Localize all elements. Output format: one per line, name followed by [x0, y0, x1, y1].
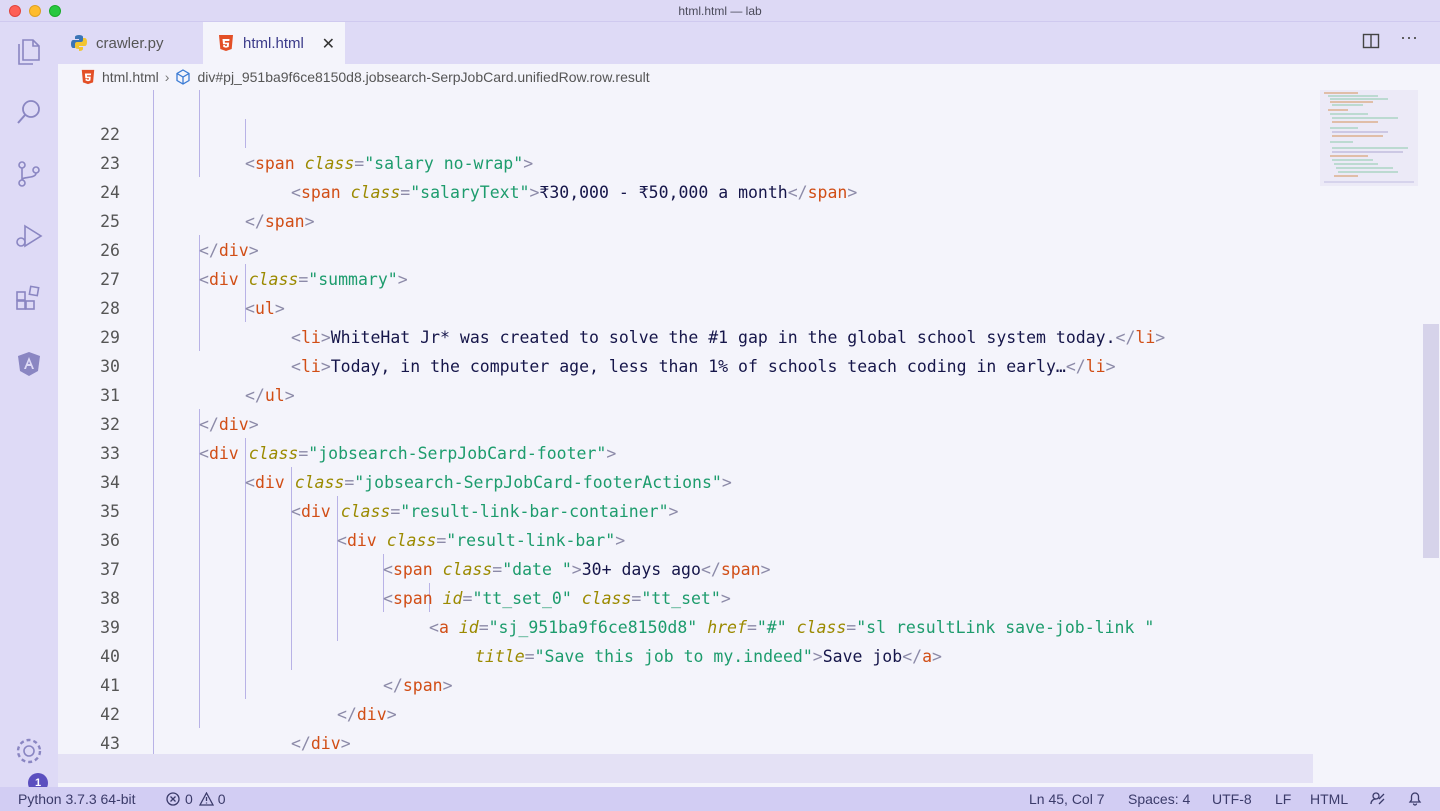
code-line: 32 <div class="jobsearch-SerpJobCard-foo… [58, 381, 1358, 463]
code-line: 31 </div> [58, 352, 1358, 434]
tab-label: html.html [243, 34, 304, 52]
code-line: 25 </div> [58, 178, 1358, 260]
split-editor-icon[interactable] [1362, 32, 1380, 55]
tab-bar: crawler.py html.html ✕ ⋯ [58, 22, 1440, 64]
code-line-active: 45 </div> [58, 754, 1313, 783]
code-line: 28 <li>WhiteHat Jr* was created to solve… [58, 265, 1358, 347]
more-actions-icon[interactable]: ⋯ [1400, 28, 1418, 49]
code-line: 26 <div class="summary"> [58, 207, 1358, 289]
status-bar: Python 3.7.3 64-bit 0 0 Ln 45, Col 7 Spa… [0, 787, 1440, 811]
html5-icon [219, 35, 233, 51]
problems-indicator[interactable]: 0 0 [166, 791, 226, 807]
end-of-line[interactable]: LF [1275, 791, 1291, 807]
code-line: 42 </div> [58, 671, 1358, 753]
feedback-icon[interactable] [1370, 790, 1386, 809]
close-tab-button[interactable]: ✕ [322, 34, 335, 54]
code-line: 27 <ul> [58, 236, 1358, 318]
title-bar: html.html — lab [0, 0, 1440, 22]
indentation[interactable]: Spaces: 4 [1128, 791, 1190, 807]
code-line: 41 </div> [58, 642, 1358, 724]
code-line: 24 </span> [58, 149, 1358, 231]
python-interpreter[interactable]: Python 3.7.3 64-bit [18, 791, 136, 807]
code-line: 34 <div class="result-link-bar-container… [58, 439, 1358, 521]
code-line: 36 <span class="date ">30+ days ago</spa… [58, 497, 1358, 579]
notifications-bell-icon[interactable] [1407, 790, 1423, 809]
cursor-position[interactable]: Ln 45, Col 7 [1029, 791, 1105, 807]
breadcrumb-separator: › [164, 69, 170, 85]
element-cube-icon [176, 69, 191, 85]
search-icon[interactable] [13, 96, 45, 128]
tab-crawler-py[interactable]: crawler.py [58, 22, 202, 64]
explorer-icon[interactable] [13, 34, 45, 66]
tab-html-html[interactable]: html.html ✕ [203, 22, 345, 64]
extensions-icon[interactable] [13, 282, 45, 314]
window-title: html.html — lab [678, 4, 762, 18]
error-count: 0 [185, 791, 193, 807]
code-line: 33 <div class="jobsearch-SerpJobCard-foo… [58, 410, 1358, 492]
code-line: 40 </span> [58, 613, 1358, 695]
code-line: 30 </ul> [58, 323, 1358, 405]
code-line: 35 <div class="result-link-bar"> [58, 468, 1358, 550]
activity-bar: 1 [0, 22, 58, 793]
code-line: 39 title="Save this job to my.indeed">Sa… [58, 584, 1358, 666]
html5-icon [81, 69, 95, 85]
code-editor[interactable]: 22 <span class="salary no-wrap"> 23 <spa… [58, 90, 1440, 787]
scrollbar-thumb[interactable] [1423, 324, 1439, 558]
code-line: 37 <span id="tt_set_0" class="tt_set"> [58, 526, 1358, 608]
breadcrumb: html.html › div#pj_951ba9f6ce8150d8.jobs… [58, 64, 1440, 90]
minimap[interactable] [1318, 90, 1418, 190]
gear-icon[interactable] [13, 735, 45, 767]
error-icon [166, 792, 180, 806]
python-icon [71, 35, 87, 51]
code-line: 23 <span class="salaryText">₹30,000 - ₹5… [58, 120, 1358, 202]
code-line: 43 </div> [58, 700, 1358, 782]
tab-label: crawler.py [96, 34, 164, 52]
language-mode[interactable]: HTML [1310, 791, 1348, 807]
code-line: 29 <li>Today, in the computer age, less … [58, 294, 1358, 376]
source-control-icon[interactable] [13, 158, 45, 190]
code-line: 22 <span class="salary no-wrap"> [58, 91, 1358, 173]
breadcrumb-element[interactable]: div#pj_951ba9f6ce8150d8.jobsearch-SerpJo… [197, 69, 649, 85]
warning-count: 0 [217, 791, 226, 807]
code-line: 38 <a id="sj_951ba9f6ce8150d8" href="#" … [58, 555, 1358, 637]
warning-icon [198, 792, 214, 806]
run-debug-icon[interactable] [13, 220, 45, 252]
encoding[interactable]: UTF-8 [1212, 791, 1252, 807]
breadcrumb-file[interactable]: html.html [102, 69, 159, 85]
angular-icon[interactable] [13, 348, 45, 380]
